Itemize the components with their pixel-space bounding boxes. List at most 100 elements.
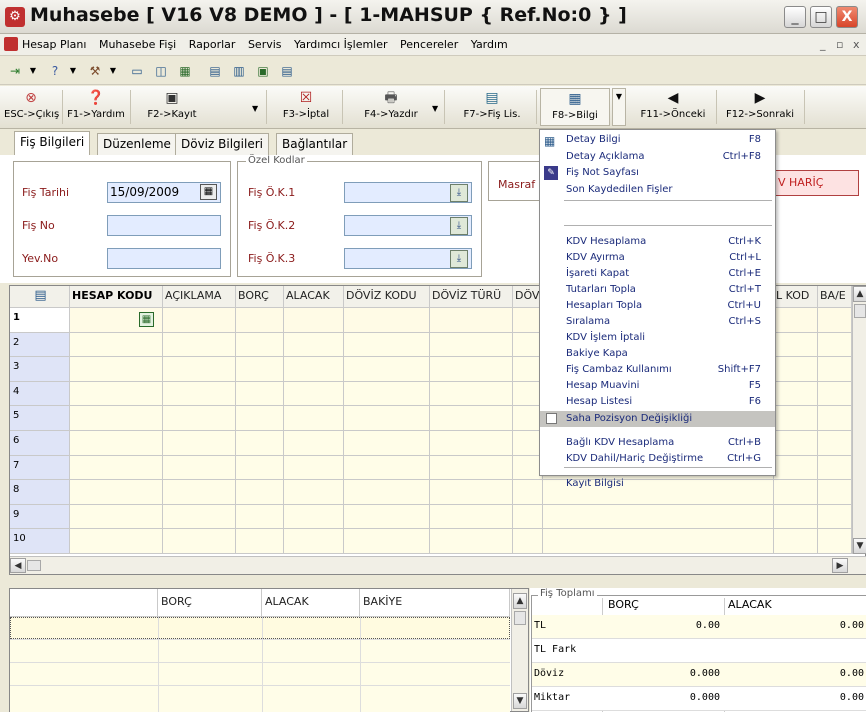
grid-cell[interactable] [236, 332, 284, 358]
grid-cell[interactable] [70, 431, 163, 456]
f12-next-button[interactable]: ▶ F12->Sonraki [718, 88, 802, 126]
f3-cancel-button[interactable]: ☒ F3->İptal [276, 88, 336, 126]
bl-scroll-down-icon[interactable]: ▼ [513, 693, 527, 709]
grid-cell[interactable] [818, 480, 852, 505]
grid-cell[interactable] [70, 381, 163, 407]
grid-cell[interactable] [70, 406, 163, 431]
bl-scroll-thumb[interactable] [514, 611, 526, 625]
grid-cell[interactable] [818, 529, 852, 554]
grid-cell[interactable] [344, 431, 430, 456]
window-icon[interactable]: ▭ [128, 62, 146, 80]
grid-cell[interactable] [284, 529, 344, 554]
help-icon[interactable]: ? [46, 62, 64, 80]
grid-cell[interactable] [163, 480, 236, 505]
grid-cell[interactable] [344, 529, 430, 554]
grid-cell[interactable] [70, 357, 163, 382]
col-ba-e[interactable]: BA/E [818, 286, 852, 308]
grid-cell[interactable] [818, 357, 852, 382]
grid-cell[interactable] [430, 431, 513, 456]
f1-help-button[interactable]: ❓ F1->Yardım [66, 88, 126, 126]
row-number[interactable]: 4 [10, 381, 70, 407]
grid-cell[interactable] [774, 431, 818, 456]
grid-horizontal-scrollbar[interactable]: ◀ ▶ [10, 556, 866, 574]
menu-item[interactable]: Tutarları Topla Ctrl+T [540, 282, 775, 298]
calendar-icon[interactable]: ▦ [200, 184, 217, 200]
menu-item[interactable]: Fiş Not Sayfası ✎ [540, 165, 775, 181]
bl-scroll-up-icon[interactable]: ▲ [513, 593, 527, 609]
grid-cell[interactable] [284, 504, 344, 530]
mdi-close-button[interactable]: x [853, 38, 860, 51]
grid-cell[interactable] [163, 332, 236, 358]
menu-item[interactable]: Saha Pozisyon Değişikliği [540, 411, 775, 427]
col-doviz-kodu[interactable]: DÖVİZ KODU [344, 286, 430, 308]
menu-muhasebe-fisi[interactable]: Muhasebe Fişi [99, 34, 176, 56]
col-hesap-kodu[interactable]: HESAP KODU [70, 286, 163, 308]
grid-cell[interactable] [774, 381, 818, 407]
grid-cell[interactable] [163, 455, 236, 481]
grid-cell[interactable] [774, 357, 818, 382]
menu-yardim[interactable]: Yardım [471, 34, 508, 56]
grid-cell[interactable] [70, 504, 163, 530]
menu-item[interactable]: Fiş Cambaz Kullanımı Shift+F7 [540, 362, 775, 378]
row-number[interactable]: 1 [10, 308, 70, 333]
scroll-right-icon[interactable]: ▶ [832, 558, 848, 573]
grid-cell[interactable] [284, 381, 344, 407]
bl-row[interactable] [10, 617, 510, 639]
grid-cell[interactable] [543, 529, 774, 554]
grid-cell[interactable] [774, 332, 818, 358]
col-doviz-turu[interactable]: DÖVİZ TÜRÜ [430, 286, 513, 308]
menu-pencereler[interactable]: Pencereler [400, 34, 458, 56]
grid-cell[interactable] [818, 381, 852, 407]
grid-cell[interactable] [236, 504, 284, 530]
grid-cell[interactable] [284, 357, 344, 382]
f8-info-button[interactable]: ▦ F8->Bilgi [540, 88, 610, 126]
grid-cell[interactable] [163, 504, 236, 530]
grid-cell[interactable] [774, 529, 818, 554]
scroll-down-icon[interactable]: ▼ [853, 538, 866, 554]
menu-item[interactable]: KDV İşlem İptali [540, 330, 775, 346]
grid-cell[interactable] [513, 529, 543, 554]
grid-cell[interactable] [818, 406, 852, 431]
menu-item[interactable]: Bağlı KDV Hesaplama Ctrl+B [540, 435, 775, 451]
grid-cell[interactable] [70, 455, 163, 481]
scroll-thumb[interactable] [854, 304, 866, 318]
row-number[interactable]: 10 [10, 529, 70, 554]
grid-cell[interactable] [236, 406, 284, 431]
form-icon[interactable]: ▥ [230, 62, 248, 80]
grid-cell[interactable] [818, 504, 852, 530]
f11-previous-button[interactable]: ◀ F11->Önceki [632, 88, 714, 126]
save-dropdown-arrow-icon[interactable]: ▼ [252, 104, 258, 113]
kdv-dahil-haric-button[interactable]: V HARİÇ [775, 170, 859, 196]
yev-no-input[interactable] [107, 248, 221, 269]
menu-item[interactable]: Hesap Listesi F6 [540, 394, 775, 410]
menu-hesap-plani[interactable]: Hesap Planı [22, 34, 86, 56]
grid-cell[interactable] [284, 406, 344, 431]
menu-item[interactable]: Detay Açıklama Ctrl+F8 [540, 149, 775, 165]
menu-servis[interactable]: Servis [248, 34, 282, 56]
tab-fis-bilgileri[interactable]: Fiş Bilgileri [14, 131, 91, 156]
grid-cell[interactable] [818, 455, 852, 481]
mdi-minimize-button[interactable]: _ [820, 38, 826, 51]
tab-doviz-bilgileri[interactable]: Döviz Bilgileri [175, 133, 269, 155]
maximize-button[interactable]: □ [810, 6, 832, 28]
grid-cell[interactable] [344, 381, 430, 407]
grid-cell[interactable] [284, 332, 344, 358]
grid-cell[interactable] [70, 332, 163, 358]
grid-cell[interactable] [344, 406, 430, 431]
grid-cell[interactable] [236, 529, 284, 554]
grid-cell[interactable] [344, 308, 430, 333]
col-aciklama[interactable]: AÇIKLAMA [163, 286, 236, 308]
dropdown-arrow-icon[interactable]: ▼ [64, 62, 82, 80]
grid-cell[interactable] [344, 480, 430, 505]
grid-cell[interactable] [513, 480, 543, 505]
document-icon[interactable]: ▤ [206, 62, 224, 80]
grid-corner-icon[interactable]: ▤ [10, 286, 70, 308]
grid-cell[interactable] [236, 480, 284, 505]
grid-cell[interactable] [430, 455, 513, 481]
mdi-restore-button[interactable]: ▫ [836, 38, 843, 51]
grid-cell[interactable] [163, 406, 236, 431]
grid-cell[interactable] [70, 529, 163, 554]
grid-cell[interactable] [284, 480, 344, 505]
grid-cell[interactable] [774, 504, 818, 530]
window-split-icon[interactable]: ◫ [152, 62, 170, 80]
